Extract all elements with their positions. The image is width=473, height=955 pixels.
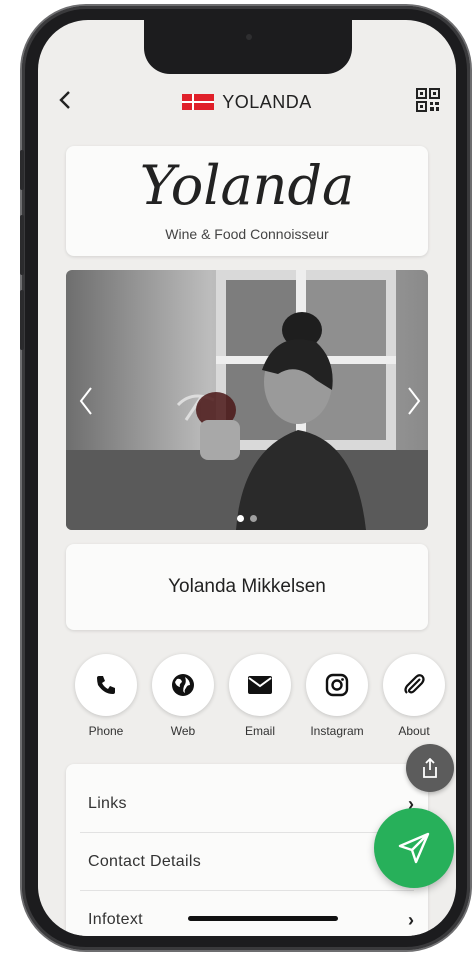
- side-button: [20, 150, 24, 190]
- action-email[interactable]: Email: [226, 654, 294, 738]
- qr-code-icon: [416, 88, 440, 112]
- carousel-dot[interactable]: [237, 515, 244, 522]
- list-item-label: Links: [88, 795, 127, 812]
- danish-flag-icon: [182, 94, 215, 110]
- instagram-button[interactable]: [306, 654, 368, 716]
- share-button[interactable]: [406, 744, 454, 792]
- qr-code-button[interactable]: [416, 88, 440, 112]
- send-button[interactable]: [374, 808, 454, 888]
- action-phone[interactable]: Phone: [72, 654, 140, 738]
- envelope-icon: [248, 676, 272, 694]
- home-indicator[interactable]: [188, 916, 338, 921]
- phone-icon: [97, 676, 115, 694]
- list-item-label: Infotext: [88, 911, 143, 928]
- action-instagram[interactable]: Instagram: [303, 654, 371, 738]
- about-button[interactable]: [383, 654, 445, 716]
- logo-card: Yolanda Wine & Food Connoisseur: [66, 146, 428, 256]
- action-web[interactable]: Web: [149, 654, 217, 738]
- carousel-next-button[interactable]: [406, 386, 422, 424]
- logo-script: Yolanda: [139, 154, 355, 217]
- profile-name: Yolanda Mikkelsen: [168, 576, 326, 597]
- action-about[interactable]: About: [380, 654, 448, 738]
- carousel-prev-button[interactable]: [78, 386, 94, 424]
- action-label: Phone: [88, 724, 124, 738]
- notch: [144, 20, 352, 74]
- photo-carousel[interactable]: [66, 270, 428, 530]
- email-button[interactable]: [229, 654, 291, 716]
- instagram-icon: [325, 673, 349, 697]
- page-title: YOLANDA: [222, 91, 312, 112]
- action-label: Web: [170, 724, 196, 738]
- chevron-left-icon: [59, 91, 70, 109]
- send-icon: [398, 832, 430, 864]
- app-header: YOLANDA: [38, 82, 456, 122]
- chevron-right-icon: [408, 387, 421, 415]
- back-button[interactable]: [58, 90, 72, 116]
- action-label: Email: [244, 724, 275, 738]
- action-label: About: [398, 724, 430, 738]
- chevron-right-icon: ›: [408, 909, 414, 930]
- profile-photo: [66, 270, 428, 530]
- phone-button[interactable]: [75, 654, 137, 716]
- list-item-links[interactable]: Links ›: [80, 776, 414, 833]
- action-label: Instagram: [310, 724, 364, 738]
- volume-down-button: [20, 290, 24, 350]
- list-item-infotext[interactable]: Infotext ›: [80, 892, 414, 936]
- app-screen: YOLANDA Yolanda Wine & Food Connoisseur: [38, 20, 456, 936]
- name-card: Yolanda Mikkelsen: [66, 544, 428, 630]
- contact-actions: Phone Web Email Instagram About: [72, 654, 448, 738]
- share-icon: [423, 758, 437, 778]
- carousel-dots: [66, 515, 428, 522]
- web-button[interactable]: [152, 654, 214, 716]
- globe-icon: [172, 674, 194, 696]
- logo-subtitle: Wine & Food Connoisseur: [165, 226, 329, 242]
- carousel-dot[interactable]: [250, 515, 257, 522]
- chevron-left-icon: [79, 387, 92, 415]
- volume-up-button: [20, 215, 24, 275]
- header-title-group: YOLANDA: [182, 92, 312, 113]
- paperclip-icon: [404, 674, 425, 694]
- list-item-contact-details[interactable]: Contact Details ›: [80, 834, 414, 891]
- list-item-label: Contact Details: [88, 853, 201, 870]
